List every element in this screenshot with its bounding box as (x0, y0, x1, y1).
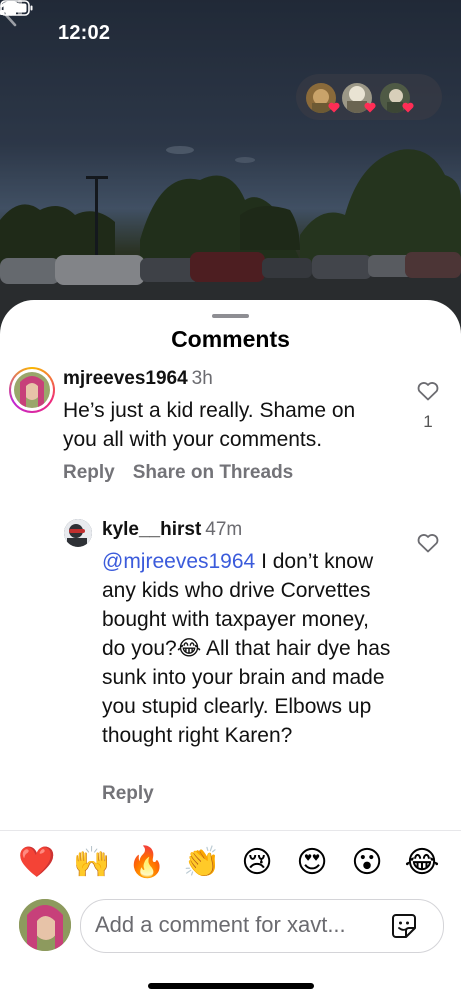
comment-input-placeholder[interactable]: Add a comment for xavt... (95, 912, 346, 938)
sticker-icon[interactable] (391, 913, 417, 939)
heart-outline-icon[interactable] (417, 381, 439, 401)
avatar (14, 372, 50, 408)
mention-link[interactable]: @mjreeves1964 (102, 550, 255, 573)
reaction-fire[interactable]: 🔥 (127, 843, 167, 883)
divider (0, 830, 461, 831)
reply-body: I don’t know any kids who drive Corvette… (102, 550, 391, 747)
reaction-crying[interactable]: 😢 (237, 843, 277, 883)
sheet-title: Comments (171, 326, 290, 352)
current-user-avatar (19, 899, 71, 951)
avatar-story-ring[interactable] (9, 367, 55, 413)
username-text[interactable]: kyle__hirst (102, 519, 201, 540)
share-on-threads-button[interactable]: Share on Threads (133, 462, 294, 483)
quick-reactions-bar: ❤️ 🙌 🔥 👏 😢 😍 😮 😂 (0, 843, 461, 887)
heart-icon (402, 102, 414, 113)
reply-button[interactable]: Reply (102, 783, 154, 804)
status-time: 12:02 (58, 22, 111, 44)
heart-outline-icon[interactable] (417, 533, 439, 553)
reply-timestamp: 47m (205, 519, 243, 540)
reply-actions: Reply (102, 783, 172, 805)
sheet-grabber[interactable] (212, 314, 249, 318)
reaction-raised-hands[interactable]: 🙌 (72, 843, 112, 883)
username-text[interactable]: mjreeves1964 (63, 368, 188, 389)
heart-icon (364, 102, 376, 113)
reaction-heart[interactable]: ❤️ (17, 843, 57, 883)
comment-timestamp: 3h (191, 368, 213, 389)
comment-text: He’s just a kid really. Shame on you all… (63, 399, 356, 451)
reply-text: @mjreeves1964 I don’t know any kids who … (102, 547, 392, 750)
reaction-laughing[interactable]: 😂 (402, 843, 442, 883)
comment-actions: Reply Share on Threads (63, 462, 311, 484)
comment-username[interactable]: mjreeves1964 3h (63, 368, 213, 390)
heart-icon (328, 102, 340, 113)
avatar[interactable] (64, 519, 92, 547)
reaction-surprised[interactable]: 😮 (347, 843, 387, 883)
reply-button[interactable]: Reply (63, 462, 115, 483)
like-count: 1 (423, 412, 433, 431)
story-viewers-pill[interactable] (296, 74, 442, 120)
reply-username[interactable]: kyle__hirst 47m (102, 519, 242, 541)
home-indicator (148, 983, 314, 989)
comment-input[interactable]: Add a comment for xavt... (80, 899, 444, 953)
status-bar: 12:02 (0, 0, 461, 64)
reaction-heart-eyes[interactable]: 😍 (292, 843, 332, 883)
reaction-clapping[interactable]: 👏 (182, 843, 222, 883)
chevron-right-icon[interactable] (0, 0, 12, 16)
